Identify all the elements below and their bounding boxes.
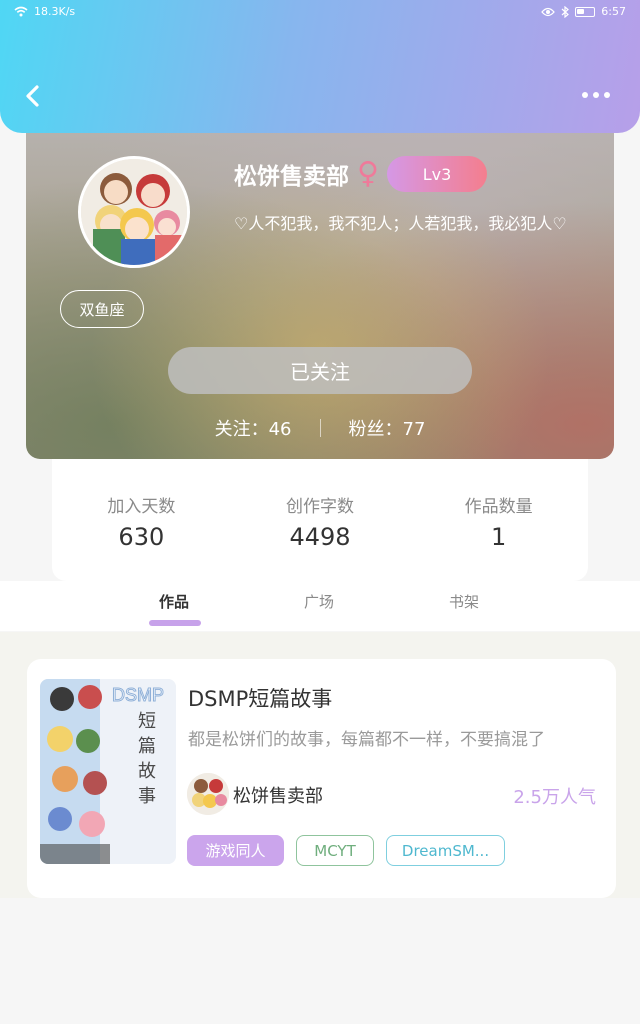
wifi-icon — [14, 6, 28, 17]
stat-label: 加入天数 — [107, 497, 176, 517]
level-badge: Lv3 — [386, 156, 487, 192]
followers-count[interactable]: 粉丝：77 — [349, 415, 426, 441]
chevron-left-icon — [26, 85, 39, 107]
tab-works[interactable]: 作品 — [159, 591, 189, 612]
stat-word-count: 创作字数 4498 — [231, 459, 410, 581]
stat-join-days: 加入天数 630 — [52, 459, 231, 581]
more-button[interactable] — [582, 86, 616, 104]
popularity: 2.5万人气 — [513, 787, 596, 808]
book-title[interactable]: DSMP短篇故事 — [188, 683, 332, 713]
nickname-row: 松饼售卖部 ♀ Lv3 — [234, 156, 487, 192]
stat-label: 创作字数 — [286, 497, 354, 517]
tab-square[interactable]: 广场 — [304, 591, 334, 612]
profile-card: 松饼售卖部 ♀ Lv3 ♡人不犯我，我不犯人；人若犯我，我必犯人♡ 双鱼座 已关… — [26, 110, 614, 459]
stat-value: 1 — [491, 523, 507, 551]
book-card[interactable]: DSMP 短篇故事 DSMP短篇故事 都是松饼们的故事，每篇都不一样，不要搞混了… — [27, 659, 616, 898]
cover-subtitle: 短篇故事 — [138, 711, 156, 807]
network-speed: 18.3K/s — [34, 5, 76, 18]
author-avatar[interactable] — [187, 773, 229, 815]
stat-works-count: 作品数量 1 — [409, 459, 588, 581]
tab-indicator — [149, 620, 201, 626]
tab-bar: 作品 广场 书架 — [0, 581, 640, 631]
zodiac-tag: 双鱼座 — [60, 290, 144, 328]
book-description: 都是松饼们的故事，每篇都不一样，不要搞混了 — [188, 730, 545, 750]
author-name[interactable]: 松饼售卖部 — [233, 782, 323, 808]
cover-title: DSMP — [111, 685, 165, 706]
top-header: 18.3K/s 6:57 — [0, 0, 640, 133]
status-bar: 18.3K/s 6:57 — [0, 5, 640, 23]
back-button[interactable] — [22, 82, 46, 110]
battery-icon — [575, 6, 596, 17]
eye-icon — [541, 7, 556, 16]
clock: 6:57 — [601, 5, 626, 18]
female-gender-icon: ♀ — [357, 156, 379, 191]
stats-card: 加入天数 630 创作字数 4498 作品数量 1 — [52, 459, 588, 581]
tag-dreamsmp[interactable]: DreamSM... — [386, 835, 505, 866]
follow-button[interactable]: 已关注 — [168, 347, 472, 394]
book-cover[interactable]: DSMP 短篇故事 — [40, 679, 176, 864]
nickname: 松饼售卖部 — [234, 164, 349, 190]
tab-bookshelf[interactable]: 书架 — [449, 591, 479, 612]
divider — [319, 419, 321, 437]
bluetooth-icon — [561, 5, 570, 18]
avatar[interactable] — [78, 156, 190, 268]
stat-value: 4498 — [289, 523, 351, 551]
tag-game-fanfic[interactable]: 游戏同人 — [187, 835, 284, 866]
follow-stats: 关注：46 粉丝：77 — [26, 415, 614, 441]
tag-list: 游戏同人 MCYT DreamSM... — [187, 835, 505, 866]
more-dots-icon — [582, 92, 588, 98]
following-count[interactable]: 关注：46 — [215, 415, 292, 441]
stat-label: 作品数量 — [464, 497, 533, 517]
stat-value: 630 — [118, 523, 165, 551]
works-list: DSMP 短篇故事 DSMP短篇故事 都是松饼们的故事，每篇都不一样，不要搞混了… — [0, 632, 640, 898]
signature: ♡人不犯我，我不犯人；人若犯我，我必犯人♡ — [234, 214, 567, 233]
tag-mcyt[interactable]: MCYT — [296, 835, 374, 866]
